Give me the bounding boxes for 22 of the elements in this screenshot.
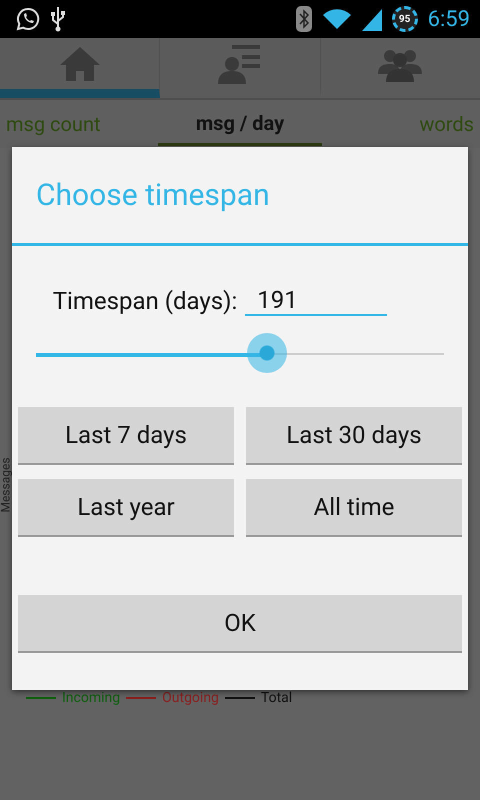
dialog-title: Choose timespan — [35, 176, 271, 214]
preset-button[interactable]: Last 7 days — [18, 407, 234, 465]
axis-label: Messages — [0, 457, 13, 513]
person-list-icon — [218, 44, 262, 84]
legend-label: Incoming — [62, 690, 120, 706]
legend-label: Total — [260, 690, 292, 706]
slider-thumb[interactable] — [246, 333, 287, 373]
ok-button[interactable]: OK — [18, 595, 462, 653]
clock-time: 6:59 — [428, 6, 470, 32]
signal-icon — [362, 7, 382, 31]
wifi-icon — [322, 7, 352, 31]
field-label: Timespan (days): — [52, 287, 238, 315]
bluetooth-icon — [296, 6, 312, 32]
chat-bubble-icon — [16, 7, 40, 31]
preset-button[interactable]: All time — [246, 479, 462, 537]
battery-indicator: 95 — [392, 6, 418, 32]
preset-button[interactable]: Last year — [18, 479, 234, 537]
preset-button[interactable]: Last 30 days — [246, 407, 462, 465]
usb-icon — [50, 6, 66, 32]
home-icon — [58, 44, 102, 82]
legend-label: Outgoing — [162, 690, 219, 706]
input-field[interactable]: 191 — [245, 286, 388, 316]
